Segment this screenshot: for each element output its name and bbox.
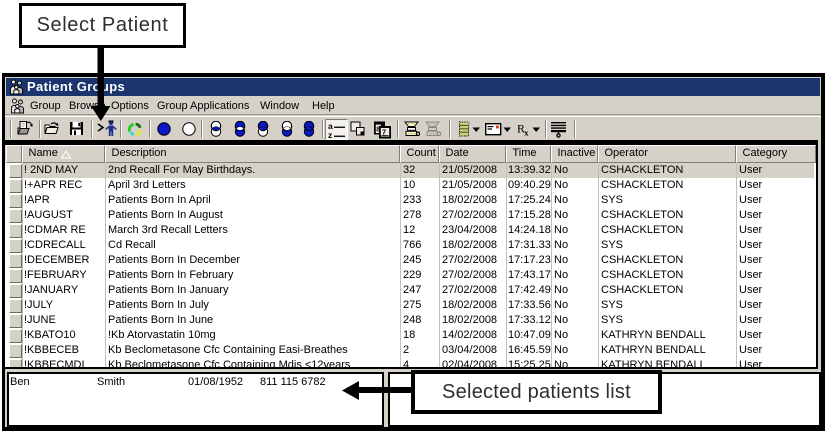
svg-text:x: x bbox=[524, 128, 529, 138]
svg-text:z: z bbox=[328, 130, 332, 140]
